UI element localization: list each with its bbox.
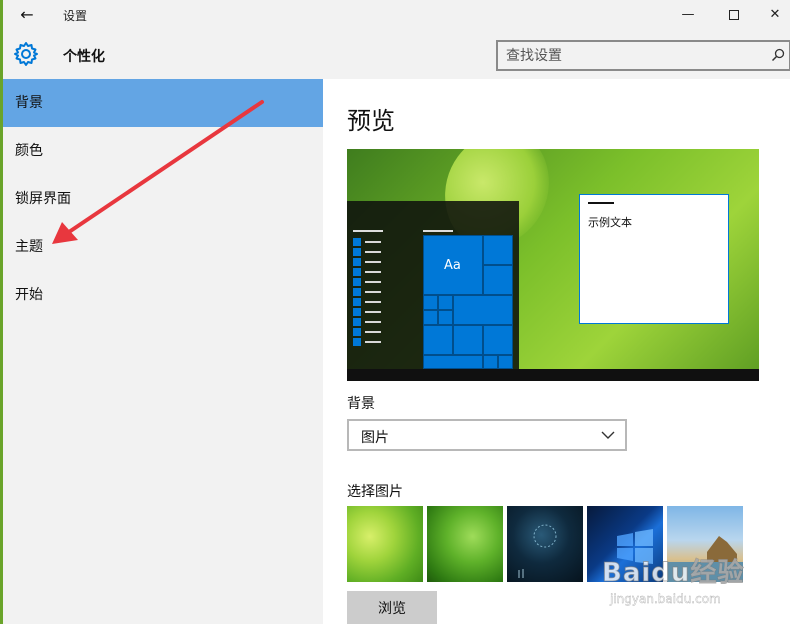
preview-tiles: Aa [423,235,513,369]
preview-menu-line [423,230,453,232]
sidebar-item-background[interactable]: 背景 [3,79,323,127]
background-dropdown-value: 图片 [361,430,389,446]
browse-button[interactable]: 浏览 [347,591,437,624]
preview-tile-aa: Aa [423,235,483,295]
search-box[interactable] [496,40,790,71]
search-icon[interactable] [771,48,785,62]
preview-sample-window: 示例文本 [579,194,729,324]
night-sky-art [518,524,557,578]
preview-tile [423,295,438,310]
baidu-watermark-logo: Baidu经验 [601,558,745,589]
gear-icon [14,42,38,66]
preview-tile [438,295,453,310]
picture-thumbnail-leaf[interactable] [347,506,423,582]
baidu-watermark-url: jingyan.baidu.com [610,592,721,606]
maximize-icon [729,9,739,20]
choose-picture-label: 选择图片 [347,484,403,500]
sidebar-item-colors[interactable]: 颜色 [3,127,323,175]
page-header: 个性化 [3,30,790,79]
preview-heading: 预览 [347,107,395,135]
preview-tile [483,265,513,295]
preview-tile [483,355,498,369]
back-arrow-icon[interactable]: ← [15,4,39,26]
page-title: 个性化 [63,49,105,65]
maximize-button[interactable] [714,0,754,30]
preview-taskbar [347,369,759,381]
preview-tile [423,325,453,355]
sidebar-item-start[interactable]: 开始 [3,271,323,319]
sidebar: 背景 颜色 锁屏界面 主题 开始 [3,79,323,624]
baidu-watermark: Baidu经验 jingyan.baidu.com [601,552,787,622]
title-bar: ← 设置 — ✕ [3,0,790,30]
sidebar-item-themes[interactable]: 主题 [3,223,323,271]
background-label: 背景 [347,396,375,412]
sample-text: 示例文本 [588,216,632,229]
window-title: 设置 [63,9,88,23]
desktop-preview: Aa 示例文本 [347,149,759,381]
sample-title-bar [588,202,614,204]
minimize-button[interactable]: — [668,0,708,30]
preview-tile [423,355,483,369]
preview-start-menu: Aa [347,201,519,369]
close-button[interactable]: ✕ [760,0,790,30]
search-input[interactable] [506,46,756,66]
preview-tile [483,235,513,265]
preview-tile [438,310,453,325]
preview-tile [453,325,483,355]
preview-tile [498,355,513,369]
background-dropdown[interactable]: 图片 [347,419,627,451]
preview-tile [423,310,438,325]
preview-menu-line [353,230,383,232]
picture-thumbnail-green-leaves[interactable] [427,506,503,582]
preview-tile [483,325,513,355]
sidebar-item-lock-screen[interactable]: 锁屏界面 [3,175,323,223]
preview-tile [453,295,513,325]
chevron-down-icon [601,431,615,439]
main-content: 预览 Aa 示例文本 背景 图片 选择图片 浏览 [323,79,790,624]
picture-thumbnail-night-sky[interactable] [507,506,583,582]
